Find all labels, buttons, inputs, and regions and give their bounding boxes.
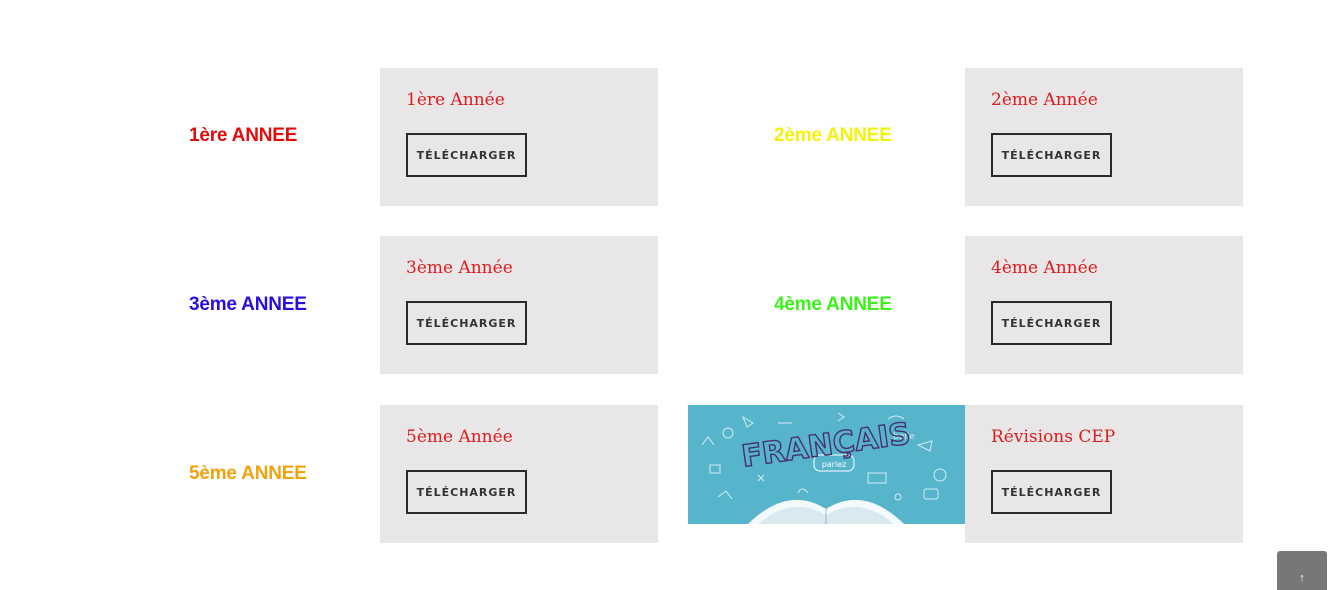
download-card-5eme: 5ème Année TÉLÉCHARGER (380, 405, 658, 543)
grade-label-5eme: 5ème ANNEE (189, 463, 307, 484)
scroll-to-top-button[interactable]: ↑ (1277, 551, 1327, 590)
open-book-illustration: belle parlez FRANÇAIS (701, 412, 947, 524)
grade-label-4eme: 4ème ANNEE (774, 294, 892, 315)
grade-label-1ere: 1ère ANNEE (189, 125, 298, 146)
card-title: 4ème Année (991, 258, 1098, 278)
card-title: Révisions CEP (991, 427, 1116, 447)
download-card-3eme: 3ème Année TÉLÉCHARGER (380, 236, 658, 374)
download-button-3eme[interactable]: TÉLÉCHARGER (406, 301, 527, 345)
download-card-1ere: 1ère Année TÉLÉCHARGER (380, 68, 658, 206)
download-button-5eme[interactable]: TÉLÉCHARGER (406, 470, 527, 514)
download-card-revisions-cep: Révisions CEP TÉLÉCHARGER (965, 405, 1243, 543)
download-button-4eme[interactable]: TÉLÉCHARGER (991, 301, 1112, 345)
download-button-2eme[interactable]: TÉLÉCHARGER (991, 133, 1112, 177)
francais-banner-image: belle parlez FRANÇAIS (688, 405, 965, 524)
download-button-revisions-cep[interactable]: TÉLÉCHARGER (991, 470, 1112, 514)
card-title: 3ème Année (406, 258, 513, 278)
grade-label-2eme: 2ème ANNEE (774, 125, 892, 146)
card-title: 5ème Année (406, 427, 513, 447)
grade-label-3eme: 3ème ANNEE (189, 294, 307, 315)
download-card-4eme: 4ème Année TÉLÉCHARGER (965, 236, 1243, 374)
card-title: 1ère Année (406, 90, 505, 110)
download-button-1ere[interactable]: TÉLÉCHARGER (406, 133, 527, 177)
arrow-up-icon: ↑ (1299, 572, 1305, 584)
card-title: 2ème Année (991, 90, 1098, 110)
download-card-2eme: 2ème Année TÉLÉCHARGER (965, 68, 1243, 206)
